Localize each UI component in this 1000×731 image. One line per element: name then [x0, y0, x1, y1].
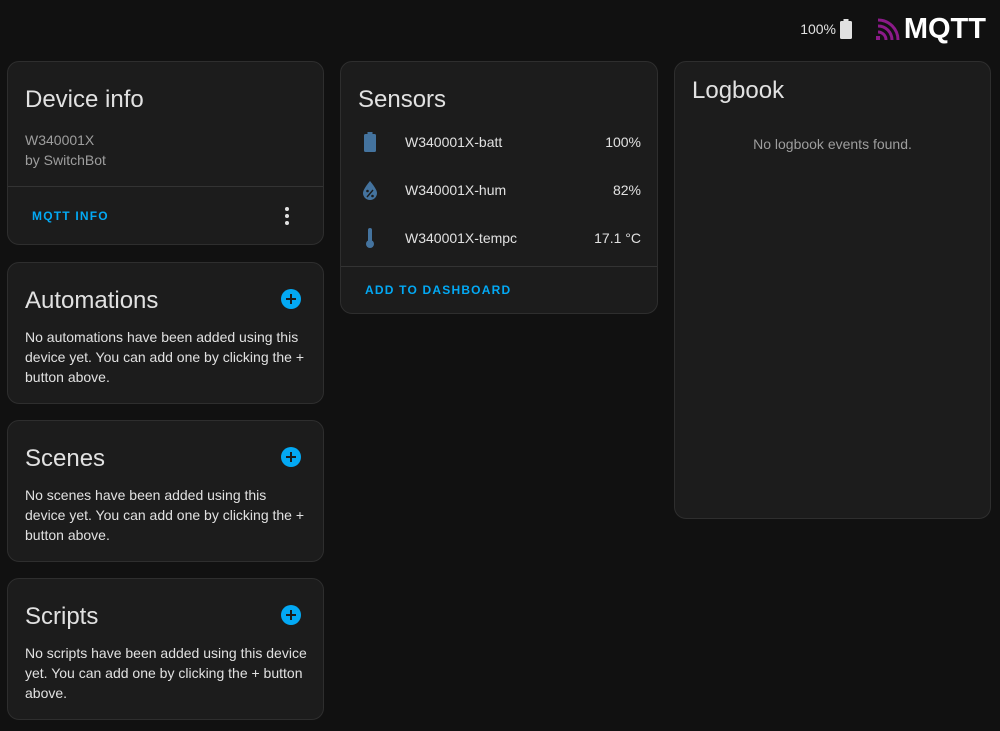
- thermometer-icon: [361, 227, 379, 249]
- sensor-row-hum[interactable]: W340001X-hum 82%: [341, 166, 657, 214]
- divider: [8, 186, 323, 187]
- sensors-card: Sensors W340001X-batt 100% W340001X-hum …: [340, 61, 658, 314]
- device-manufacturer: by SwitchBot: [25, 152, 106, 168]
- logbook-card: Logbook No logbook events found.: [674, 61, 991, 519]
- battery-icon: [361, 131, 379, 153]
- top-bar: 100% MQTT: [0, 0, 1000, 60]
- scripts-description: No scripts have been added using this de…: [25, 645, 307, 701]
- device-info-card: Device info W340001X by SwitchBot MQTT I…: [7, 61, 324, 245]
- logbook-empty-message: No logbook events found.: [753, 136, 912, 152]
- scenes-title: Scenes: [25, 445, 106, 472]
- add-to-dashboard-button[interactable]: ADD TO DASHBOARD: [365, 283, 511, 297]
- sensor-row-tempc[interactable]: W340001X-tempc 17.1 °C: [341, 214, 657, 262]
- add-scene-button[interactable]: [281, 447, 301, 467]
- water-percent-icon: [361, 179, 379, 201]
- device-model: W340001X: [25, 132, 95, 148]
- sensor-value: 100%: [605, 134, 641, 150]
- automations-title: Automations: [25, 287, 159, 314]
- sensor-value: 17.1 °C: [594, 230, 641, 246]
- battery-status: 100%: [800, 19, 852, 39]
- add-automation-button[interactable]: [281, 289, 301, 309]
- more-options-icon[interactable]: [285, 207, 289, 225]
- battery-percent: 100%: [800, 21, 836, 37]
- sensor-name: W340001X-tempc: [405, 230, 518, 246]
- sensor-name: W340001X-hum: [405, 182, 507, 198]
- scenes-description: No scenes have been added using this dev…: [25, 487, 305, 543]
- mqtt-info-button[interactable]: MQTT INFO: [32, 209, 109, 223]
- scripts-card: Scripts No scripts have been added using…: [7, 578, 324, 720]
- sensor-value: 82%: [612, 182, 641, 198]
- sensor-row-batt[interactable]: W340001X-batt 100%: [341, 118, 657, 166]
- sensors-title: Sensors: [358, 86, 447, 113]
- mqtt-logo-text: MQTT: [903, 13, 986, 45]
- add-script-button[interactable]: [281, 605, 301, 625]
- plus-icon: [286, 294, 296, 304]
- battery-full-icon: [840, 19, 852, 39]
- device-info-title: Device info: [25, 86, 144, 113]
- divider: [341, 266, 657, 267]
- mqtt-logo: MQTT: [875, 13, 986, 45]
- logbook-title: Logbook: [692, 77, 785, 104]
- automations-description: No automations have been added using thi…: [25, 329, 305, 385]
- mqtt-signal-icon: [875, 18, 900, 41]
- scripts-title: Scripts: [25, 603, 99, 630]
- sensor-name: W340001X-batt: [405, 134, 503, 150]
- scenes-card: Scenes No scenes have been added using t…: [7, 420, 324, 562]
- automations-card: Automations No automations have been add…: [7, 262, 324, 404]
- plus-icon: [286, 610, 296, 620]
- plus-icon: [286, 452, 296, 462]
